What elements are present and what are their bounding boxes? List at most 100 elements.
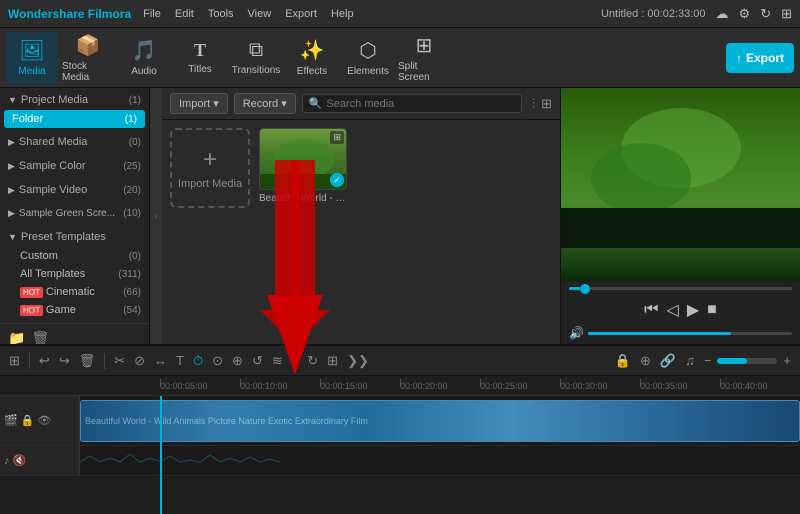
track-eye-icon[interactable]: 👁 xyxy=(37,414,51,427)
sidebar-item-game[interactable]: HOT Game (54) xyxy=(0,301,149,319)
playhead[interactable] xyxy=(160,396,162,514)
menu-tools[interactable]: Tools xyxy=(208,8,234,20)
tl-toggle-btn[interactable]: ⊞ xyxy=(6,351,23,371)
settings-icon[interactable]: ⚙ xyxy=(739,6,751,22)
sidebar-sample-video-header[interactable]: ▶ Sample Video (20) xyxy=(0,180,149,200)
cloud-icon[interactable]: ☁ xyxy=(716,6,729,22)
tl-redo-btn[interactable]: ↪ xyxy=(56,351,73,371)
tl-speed-btn[interactable]: ↻ xyxy=(304,351,321,371)
volume-slider[interactable] xyxy=(588,332,792,335)
tl-add-btn[interactable]: ⊕ xyxy=(229,351,246,371)
tool-splitscreen[interactable]: ⊞ Split Screen xyxy=(398,32,450,84)
menu-edit[interactable]: Edit xyxy=(175,8,194,20)
sidebar-preset-header[interactable]: ▼ Preset Templates xyxy=(0,227,149,247)
tl-zoom-in-btn[interactable]: + xyxy=(780,351,794,370)
sidebar-item-all-templates[interactable]: All Templates (311) xyxy=(0,265,149,283)
tl-scale-btn[interactable]: ↔ xyxy=(151,351,170,370)
delete-folder-icon[interactable]: 🗑 xyxy=(31,330,49,344)
search-input[interactable] xyxy=(326,98,514,110)
titles-icon: T xyxy=(194,40,206,61)
tl-lock-btn[interactable]: 🔒 xyxy=(612,351,634,371)
tl-undo-btn[interactable]: ↩ xyxy=(36,351,53,371)
tl-crop-btn[interactable]: ⊘ xyxy=(131,351,148,371)
sidebar-shared-media-header[interactable]: ▶ Shared Media (0) xyxy=(0,132,149,152)
tl-cut-btn[interactable]: ✂ xyxy=(111,351,128,371)
chevron-down-icon: ▼ xyxy=(8,95,17,105)
volume-icon[interactable]: 🔊 xyxy=(569,326,584,340)
sidebar-item-all-count: (311) xyxy=(118,269,141,280)
volume-fill xyxy=(588,332,731,335)
tool-audio[interactable]: 🎵 Audio xyxy=(118,32,170,84)
filter-icon[interactable]: ⫶ xyxy=(532,96,535,112)
preview-progress-bar[interactable] xyxy=(569,287,792,290)
record-button[interactable]: Record ▾ xyxy=(234,93,296,114)
timeline-toolbar: ⊞ ↩ ↪ 🗑 ✂ ⊘ ↔ T ⏱ ⊙ ⊕ ↺ ≋ ↕ ↻ ⊞ ❯❯ 🔒 ⊕ 🔗… xyxy=(0,346,800,376)
tool-media[interactable]: 🖼 Media xyxy=(6,32,58,84)
tl-magnet-btn[interactable]: ⊕ xyxy=(637,351,654,371)
preview-video[interactable] xyxy=(561,88,800,281)
sidebar-sample-video-count: (20) xyxy=(123,185,141,196)
tool-titles[interactable]: T Titles xyxy=(174,32,226,84)
hot-badge-game: HOT xyxy=(20,305,43,316)
grid-view-icon[interactable]: ⊞ xyxy=(541,96,552,112)
tl-rotate-btn[interactable]: ↺ xyxy=(249,351,266,371)
window-icon[interactable]: ⊞ xyxy=(781,6,792,22)
sidebar-project-media-header[interactable]: ▼ Project Media (1) xyxy=(0,90,149,110)
sidebar-sample-green-header[interactable]: ▶ Sample Green Scre... (10) xyxy=(0,204,149,223)
tl-split-btn[interactable]: ↕ xyxy=(289,351,302,370)
tool-effects[interactable]: ✨ Effects xyxy=(286,32,338,84)
chevron-right-icon: ▶ xyxy=(8,137,15,148)
tl-timer-btn[interactable]: ⏱ xyxy=(190,351,206,371)
track-lock-icon[interactable]: 🔒 xyxy=(21,414,35,427)
sidebar-item-custom[interactable]: Custom (0) xyxy=(0,247,149,265)
panel-collapse-handle[interactable]: ‹ xyxy=(150,88,162,344)
tl-zoom-out-btn[interactable]: − xyxy=(701,351,715,370)
tl-audio-btn[interactable]: ≋ xyxy=(269,351,286,371)
export-button[interactable]: ↑ Export xyxy=(726,43,794,73)
audio-mute-icon[interactable]: 🔇 xyxy=(13,454,27,467)
ruler-mark-0: 00:00:05:00 xyxy=(160,381,240,391)
zoom-fill xyxy=(717,358,747,364)
tool-stock-media[interactable]: 📦 Stock Media xyxy=(62,32,114,84)
sidebar-item-custom-label: Custom xyxy=(20,250,58,262)
tl-clip-btn[interactable]: ⊙ xyxy=(209,351,226,371)
tool-transitions[interactable]: ⧉ Transitions xyxy=(230,32,282,84)
sidebar-project-media-section: ▼ Project Media (1) Folder (1) xyxy=(0,88,149,130)
video-clip[interactable]: Beautiful World - Wild Animals Picture N… xyxy=(80,400,800,442)
media-item-beautiful-world[interactable]: ⊞ ✓ Beautiful World - Wild A... xyxy=(258,128,348,208)
tool-titles-label: Titles xyxy=(188,64,212,75)
separator-2 xyxy=(104,353,105,369)
chevron-down-icon2: ▼ xyxy=(8,232,17,242)
sidebar-item-folder[interactable]: Folder (1) xyxy=(4,110,145,128)
tl-text-btn[interactable]: T xyxy=(173,351,187,370)
tl-fullscreen-btn[interactable]: ⊞ xyxy=(324,351,341,371)
menu-help[interactable]: Help xyxy=(331,8,354,20)
menu-file[interactable]: File xyxy=(143,8,161,20)
play-icon[interactable]: ▶ xyxy=(687,300,699,320)
skip-back-icon[interactable]: ⏮ xyxy=(644,301,658,319)
tool-elements[interactable]: ⬡ Elements xyxy=(342,32,394,84)
menu-view[interactable]: View xyxy=(248,8,272,20)
stop-icon[interactable]: ■ xyxy=(707,301,717,319)
tl-audio-wave-btn[interactable]: ♫ xyxy=(682,351,698,370)
stock-icon: 📦 xyxy=(76,33,101,58)
search-box[interactable]: 🔍 xyxy=(302,94,522,113)
new-folder-icon[interactable]: 📁 xyxy=(8,330,25,344)
sidebar-item-folder-count: (1) xyxy=(125,114,137,125)
import-dropdown-icon: ▾ xyxy=(213,97,219,110)
zoom-slider[interactable] xyxy=(717,358,777,364)
tl-skip-fwd-btn[interactable]: ❯❯ xyxy=(344,351,372,371)
tl-link-btn[interactable]: 🔗 xyxy=(657,351,679,371)
tl-delete-btn[interactable]: 🗑 xyxy=(76,351,99,371)
audio-track-area[interactable] xyxy=(80,446,800,475)
refresh-icon[interactable]: ↻ xyxy=(760,6,771,22)
media-item-label: Beautiful World - Wild A... xyxy=(259,193,347,204)
import-button[interactable]: Import ▾ xyxy=(170,93,228,114)
tool-stock-label: Stock Media xyxy=(62,61,114,83)
step-back-icon[interactable]: ◁ xyxy=(667,300,679,320)
video-track-area[interactable]: Beautiful World - Wild Animals Picture N… xyxy=(80,396,800,445)
add-media-button[interactable]: + Import Media xyxy=(170,128,250,208)
sidebar-item-cinematic[interactable]: HOT Cinematic (66) xyxy=(0,283,149,301)
menu-export[interactable]: Export xyxy=(285,8,317,20)
sidebar-sample-color-header[interactable]: ▶ Sample Color (25) xyxy=(0,156,149,176)
